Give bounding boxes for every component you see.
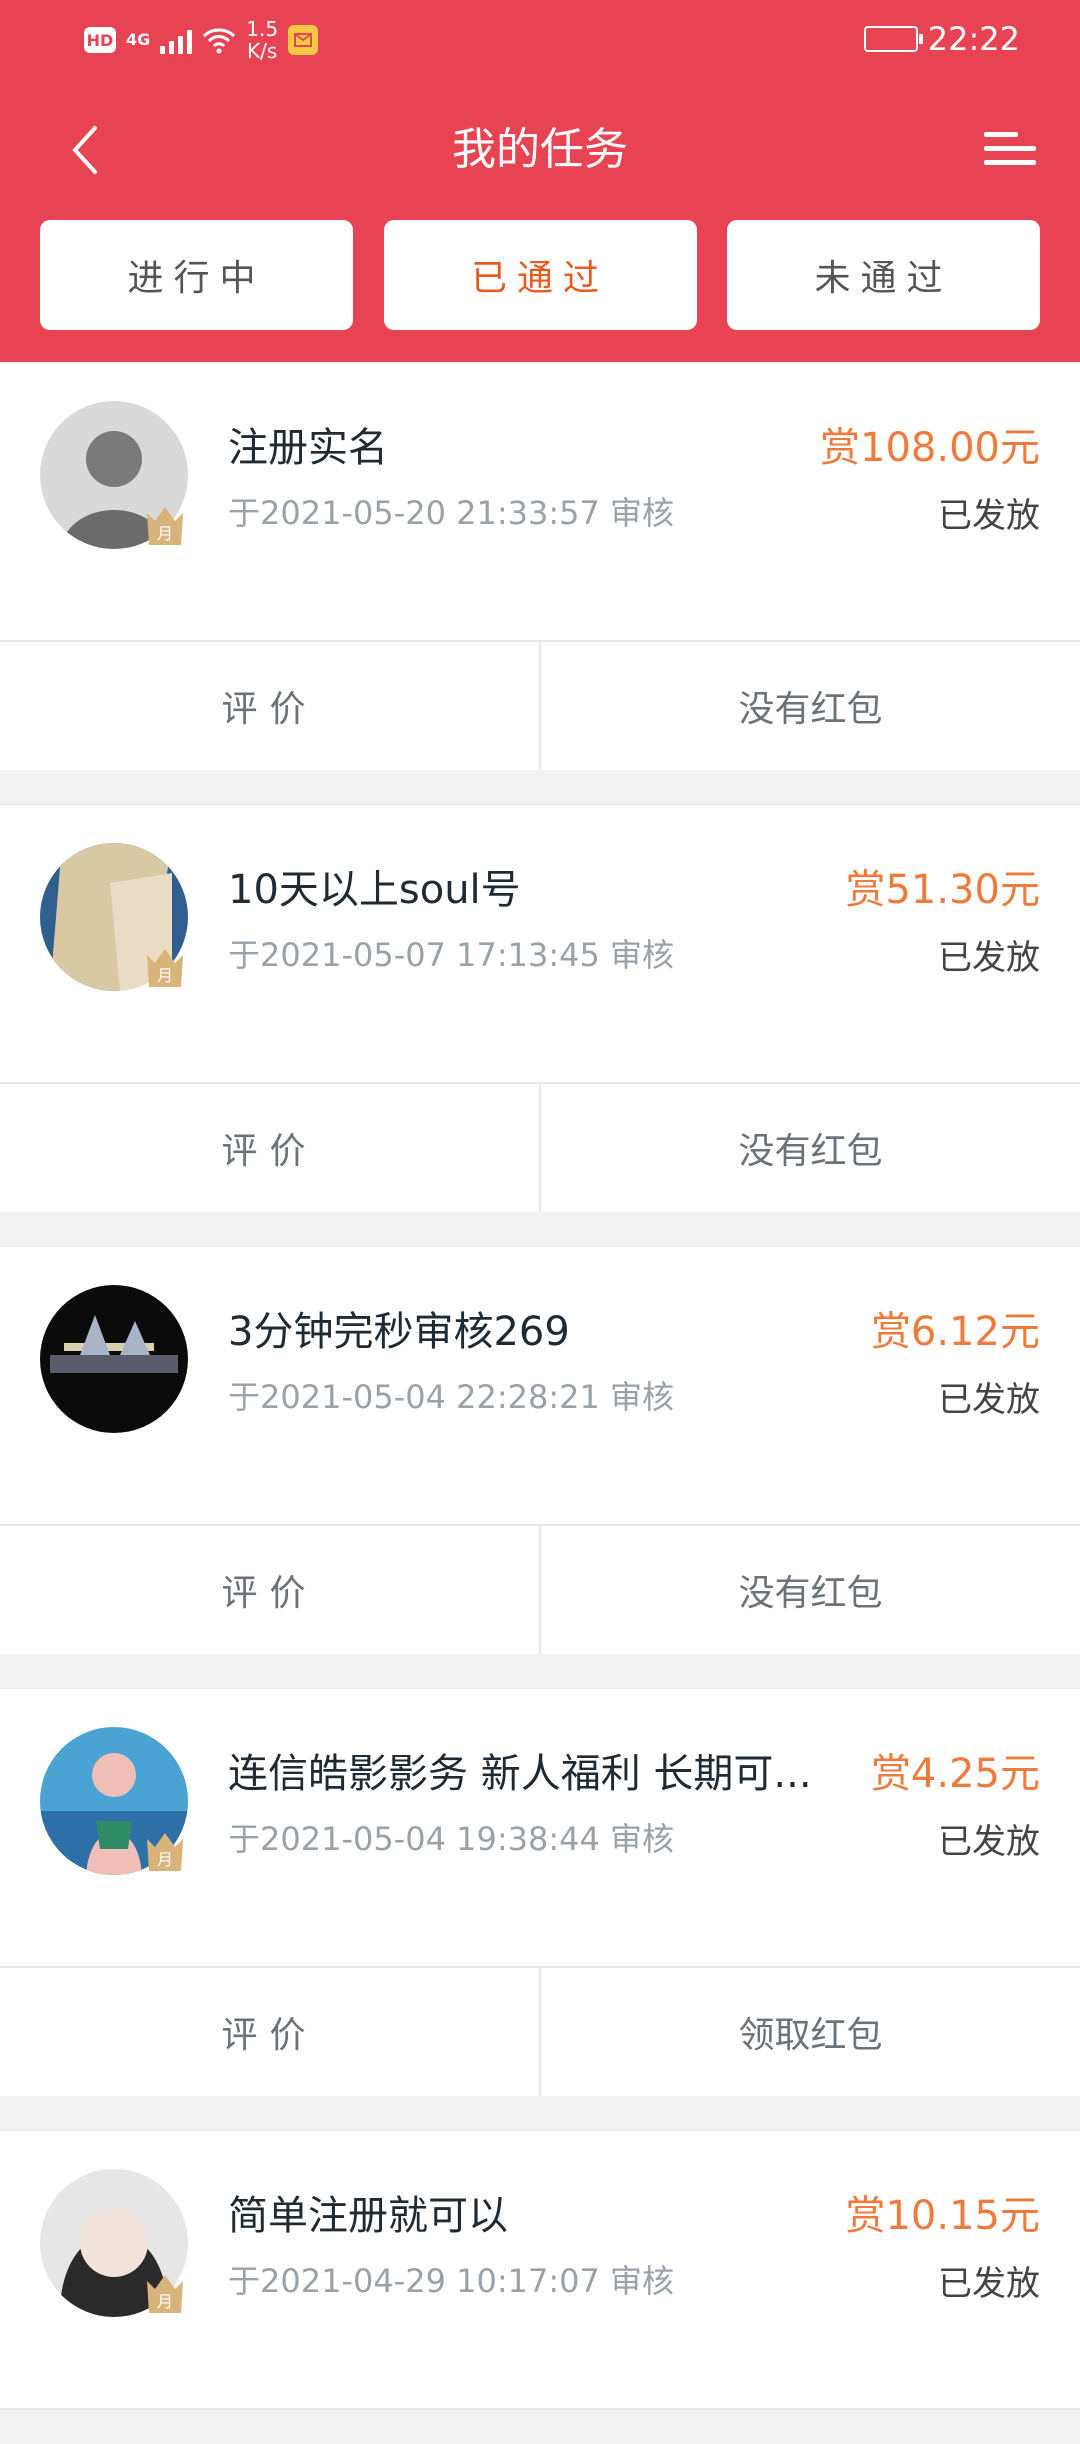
avatar (40, 1285, 188, 1433)
red-packet-button[interactable]: 领取红包 (541, 1968, 1080, 2096)
rate-button[interactable]: 评价 (0, 1526, 541, 1654)
status-right: 22:22 (863, 20, 1020, 58)
task-title: 注册实名 (228, 425, 388, 471)
task-actions: 评价 领取红包 (0, 1968, 1080, 2096)
task-card: 月 简单注册就可以 于2021-04-29 10:17:07 审核 赏10.15… (0, 2130, 1080, 2410)
signal-icon (160, 26, 193, 54)
task-card: 月 注册实名 于2021-05-20 21:33:57 审核 赏108.00元 … (0, 362, 1080, 770)
task-status: 已发放 (938, 496, 1040, 536)
red-packet-button[interactable]: 没有红包 (541, 1526, 1080, 1654)
task-reward: 赏6.12元 (870, 1309, 1040, 1355)
tab-approved[interactable]: 已通过 (383, 220, 697, 330)
task-title: 3分钟完秒审核269 (228, 1309, 570, 1355)
task-time: 于2021-05-04 22:28:21 审核 (228, 1378, 675, 1416)
rate-button[interactable]: 评价 (0, 1084, 541, 1212)
crown-badge-icon: 月 (147, 1833, 183, 1871)
task-card-top[interactable]: 月 简单注册就可以 于2021-04-29 10:17:07 审核 赏10.15… (0, 2131, 1080, 2410)
speed-value: 1.5 (246, 17, 279, 41)
task-title: 简单注册就可以 (228, 2193, 508, 2239)
task-actions: 评价 没有红包 (0, 642, 1080, 770)
crown-badge-icon: 月 (147, 507, 183, 545)
filter-tabs: 进行中 已通过 未通过 (40, 220, 1040, 330)
task-time: 于2021-05-20 21:33:57 审核 (228, 494, 675, 532)
rate-button[interactable]: 评价 (0, 1968, 541, 2096)
network-type: 4G (126, 30, 151, 49)
task-time: 于2021-05-04 19:38:44 审核 (228, 1820, 675, 1858)
task-card-top[interactable]: 月 连信皓影影务 新人福利 长期可... 于2021-05-04 19:38:4… (0, 1689, 1080, 1968)
task-title: 10天以上soul号 (228, 867, 521, 913)
crown-badge-icon: 月 (147, 2275, 183, 2313)
task-actions: 评价 没有红包 (0, 1526, 1080, 1654)
task-card-top[interactable]: 月 10天以上soul号 于2021-05-07 17:13:45 审核 赏51… (0, 805, 1080, 1084)
svg-text:月: 月 (157, 966, 173, 985)
task-reward: 赏10.15元 (845, 2193, 1040, 2239)
tab-rejected[interactable]: 未通过 (727, 220, 1040, 330)
task-reward: 赏4.25元 (870, 1751, 1040, 1797)
task-list: 月 注册实名 于2021-05-20 21:33:57 审核 赏108.00元 … (0, 362, 1080, 2444)
status-left: HD 4G 1.5 K/s (84, 18, 319, 62)
svg-text:月: 月 (157, 1850, 173, 1869)
menu-button[interactable] (970, 120, 1050, 180)
battery-icon (863, 26, 923, 52)
task-card-top[interactable]: 月 注册实名 于2021-05-20 21:33:57 审核 赏108.00元 … (0, 363, 1080, 642)
svg-text:月: 月 (157, 2292, 173, 2311)
speed-unit: K/s (247, 39, 278, 63)
clock: 22:22 (927, 20, 1020, 58)
network-speed: 1.5 K/s (246, 18, 278, 62)
red-packet-button[interactable]: 没有红包 (541, 642, 1080, 770)
nav-bar: 我的任务 (0, 95, 1080, 205)
task-title: 连信皓影影务 新人福利 长期可... (228, 1751, 812, 1797)
task-card: 月 10天以上soul号 于2021-05-07 17:13:45 审核 赏51… (0, 804, 1080, 1212)
crown-badge-icon: 月 (147, 949, 183, 987)
task-card: 3分钟完秒审核269 于2021-05-04 22:28:21 审核 赏6.12… (0, 1246, 1080, 1654)
message-icon (288, 25, 319, 55)
hd-badge: HD (84, 27, 116, 53)
tab-in-progress[interactable]: 进行中 (40, 220, 353, 330)
menu-icon (984, 132, 1036, 165)
task-status: 已发放 (938, 1380, 1040, 1420)
rate-button[interactable]: 评价 (0, 642, 541, 770)
status-bar: HD 4G 1.5 K/s 22:22 (0, 0, 1080, 80)
wifi-icon (203, 28, 236, 54)
task-card: 月 连信皓影影务 新人福利 长期可... 于2021-05-04 19:38:4… (0, 1688, 1080, 2096)
task-time: 于2021-05-07 17:13:45 审核 (228, 936, 675, 974)
svg-text:月: 月 (157, 524, 173, 543)
task-reward: 赏51.30元 (845, 867, 1040, 913)
task-actions: 评价 没有红包 (0, 1084, 1080, 1212)
task-reward: 赏108.00元 (820, 425, 1040, 471)
task-status: 已发放 (938, 2264, 1040, 2304)
task-card-top[interactable]: 3分钟完秒审核269 于2021-05-04 22:28:21 审核 赏6.12… (0, 1247, 1080, 1526)
task-status: 已发放 (938, 1822, 1040, 1862)
page-title: 我的任务 (452, 124, 628, 175)
task-time: 于2021-04-29 10:17:07 审核 (228, 2262, 675, 2300)
red-packet-button[interactable]: 没有红包 (541, 1084, 1080, 1212)
task-status: 已发放 (938, 938, 1040, 978)
header: HD 4G 1.5 K/s 22:22 我的任务 进行中 已通过 未通过 (0, 0, 1080, 362)
